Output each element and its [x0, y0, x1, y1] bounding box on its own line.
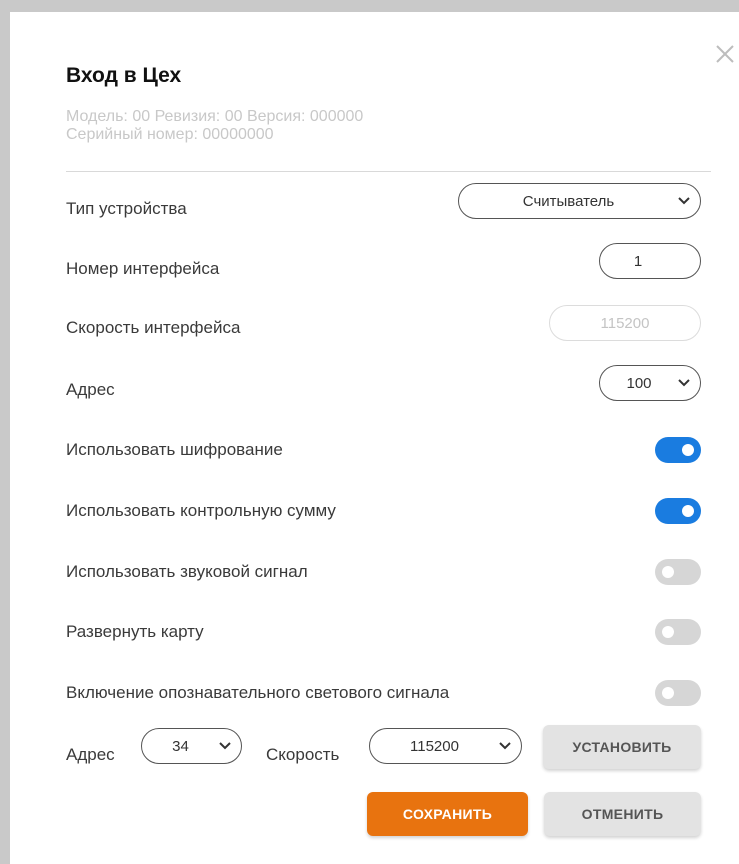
- bottom-address-label: Адрес: [66, 745, 115, 764]
- chevron-down-icon: [499, 742, 511, 750]
- flip-card-toggle[interactable]: [655, 619, 701, 645]
- cancel-button[interactable]: ОТМЕНИТЬ: [544, 792, 701, 836]
- bottom-speed-value: 115200: [410, 737, 459, 755]
- chevron-down-icon: [678, 379, 690, 387]
- device-model-info: Модель: 00 Ревизия: 00 Версия: 000000: [66, 108, 364, 125]
- device-type-label: Тип устройства: [66, 199, 187, 218]
- sound-signal-toggle[interactable]: [655, 559, 701, 585]
- device-serial-info: Серийный номер: 00000000: [66, 126, 274, 143]
- device-type-value: Считыватель: [522, 192, 615, 210]
- address-label: Адрес: [66, 380, 115, 399]
- toggle-knob: [662, 626, 674, 638]
- identification-light-toggle[interactable]: [655, 680, 701, 706]
- encryption-toggle[interactable]: [655, 437, 701, 463]
- checksum-toggle[interactable]: [655, 498, 701, 524]
- dialog-title: Вход в Цех: [66, 64, 182, 87]
- device-type-select[interactable]: Считыватель: [458, 183, 701, 219]
- chevron-down-icon: [678, 197, 690, 205]
- device-meta: Модель: 00 Ревизия: 00 Версия: 000000 Се…: [66, 108, 363, 144]
- toggle-knob: [682, 444, 694, 456]
- device-settings-dialog: Вход в Цех Модель: 00 Ревизия: 00 Версия…: [10, 12, 739, 864]
- interface-speed-input: 115200: [549, 305, 701, 341]
- toggle-knob: [662, 566, 674, 578]
- interface-speed-label: Скорость интерфейса: [66, 318, 241, 337]
- interface-number-input[interactable]: 1: [599, 243, 701, 279]
- bottom-address-value: 34: [172, 737, 189, 755]
- bottom-speed-label: Скорость: [266, 745, 340, 764]
- window-frame-top: [0, 0, 739, 12]
- toggle-knob: [662, 687, 674, 699]
- header-divider: [66, 171, 711, 172]
- toggle-knob: [682, 505, 694, 517]
- interface-number-value: 1: [633, 252, 643, 270]
- chevron-down-icon: [219, 742, 231, 750]
- address-value: 100: [626, 374, 652, 392]
- encryption-label: Использовать шифрование: [66, 440, 283, 459]
- bottom-address-select[interactable]: 34: [141, 728, 242, 764]
- checksum-label: Использовать контрольную сумму: [66, 501, 336, 520]
- save-button[interactable]: СОХРАНИТЬ: [367, 792, 528, 836]
- interface-speed-value: 115200: [600, 314, 650, 332]
- identification-light-label: Включение опознавательного светового сиг…: [66, 683, 450, 702]
- interface-number-label: Номер интерфейса: [66, 259, 220, 278]
- sound-signal-label: Использовать звуковой сигнал: [66, 562, 308, 581]
- window-frame-left: [0, 0, 10, 864]
- set-button[interactable]: УСТАНОВИТЬ: [543, 725, 701, 769]
- close-icon[interactable]: [713, 42, 737, 66]
- flip-card-label: Развернуть карту: [66, 622, 204, 641]
- address-select[interactable]: 100: [599, 365, 701, 401]
- bottom-speed-select[interactable]: 115200: [369, 728, 522, 764]
